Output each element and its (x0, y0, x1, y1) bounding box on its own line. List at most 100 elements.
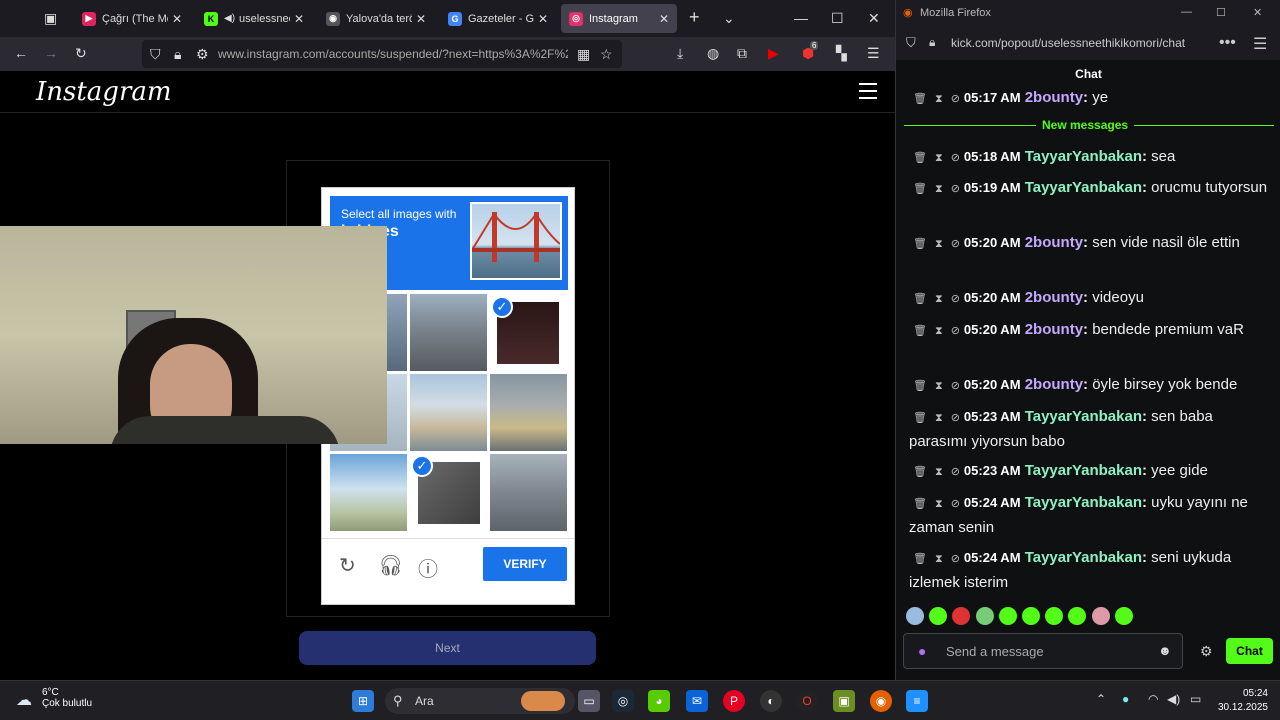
trash-icon[interactable]: 🗑︎ (913, 293, 927, 305)
shield-icon[interactable]: ⛉ (906, 35, 916, 51)
close-icon[interactable]: ✕ (659, 12, 669, 26)
emote-icon[interactable] (929, 607, 947, 625)
speaker-icon[interactable]: ◀) (224, 13, 235, 24)
message-username[interactable]: TayyarYanbakan (1025, 148, 1142, 165)
tab-gazeteler[interactable]: G Gazeteler - Gaze ✕ (440, 4, 556, 33)
reload-icon[interactable]: ↻ (75, 45, 87, 62)
timeout-icon[interactable]: ⧗ (935, 412, 943, 424)
mail-icon[interactable]: ✉ (686, 690, 708, 712)
taskbar-search[interactable]: ⚲ Ara (385, 688, 575, 714)
emote-icon[interactable] (1115, 607, 1133, 625)
bookmark-star-icon[interactable]: ☆ (600, 46, 613, 63)
emote-icon[interactable] (906, 607, 924, 625)
timeout-icon[interactable]: ⧗ (935, 553, 943, 565)
youtube-extension-icon[interactable]: ▶ (768, 45, 779, 62)
message-username[interactable]: TayyarYanbakan (1025, 462, 1142, 479)
tab-overview-icon[interactable]: ▣ (44, 10, 57, 27)
steam-icon[interactable]: ◎ (612, 690, 634, 712)
battery-icon[interactable]: ▭ (1190, 692, 1201, 706)
ban-icon[interactable]: ⊘ (951, 553, 960, 565)
trash-icon[interactable]: 🗑︎ (913, 553, 927, 565)
emote-icon[interactable] (976, 607, 994, 625)
tab-news[interactable]: ◉ Yalova'da terör c ✕ (318, 4, 434, 33)
url-text[interactable]: kick.com/popout/uselessneethikikomori/ch… (951, 36, 1185, 50)
timeout-icon[interactable]: ⧗ (935, 498, 943, 510)
microphone-icon[interactable]: ● (918, 643, 926, 659)
back-icon[interactable]: ← (14, 45, 28, 61)
permissions-icon[interactable]: ⚙ (196, 46, 209, 63)
menu-icon[interactable]: ☰ (867, 45, 880, 62)
forward-icon[interactable]: → (44, 45, 58, 61)
message-username[interactable]: 2bounty (1025, 289, 1083, 306)
timeout-icon[interactable]: ⧗ (935, 325, 943, 337)
reader-view-icon[interactable]: ▦ (577, 46, 590, 63)
lock-icon[interactable]: 🔒︎ (174, 46, 181, 63)
refresh-icon[interactable]: ↻ (339, 553, 356, 578)
emote-icon[interactable] (952, 607, 970, 625)
tab-instagram[interactable]: ◎ Instagram ✕ (561, 4, 677, 33)
volume-icon[interactable]: ◀) (1167, 692, 1180, 706)
ban-icon[interactable]: ⊘ (951, 93, 960, 105)
opera-icon[interactable]: O (796, 690, 818, 712)
ban-icon[interactable]: ⊘ (951, 412, 960, 424)
url-bar[interactable]: ⛉ 🔒︎ ⚙ www.instagram.com/accounts/suspen… (142, 40, 622, 68)
ban-icon[interactable]: ⊘ (951, 325, 960, 337)
trash-icon[interactable]: 🗑︎ (913, 152, 927, 164)
captcha-tile-9[interactable] (490, 454, 567, 531)
timeout-icon[interactable]: ⧗ (935, 238, 943, 250)
info-icon[interactable]: ⓘ (418, 553, 438, 582)
ban-icon[interactable]: ⊘ (951, 238, 960, 250)
microphone-icon[interactable]: ● (1122, 692, 1129, 706)
captcha-tile-7[interactable] (330, 454, 407, 531)
emoji-icon[interactable]: ☻ (1158, 643, 1172, 658)
ban-icon[interactable]: ⊘ (951, 183, 960, 195)
captcha-tile-6[interactable] (490, 374, 567, 451)
url-text[interactable]: www.instagram.com/accounts/suspended/?ne… (218, 47, 568, 61)
emote-icon[interactable] (1045, 607, 1063, 625)
message-username[interactable]: 2bounty (1025, 321, 1083, 338)
ban-icon[interactable]: ⊘ (951, 152, 960, 164)
verify-button[interactable]: VERIFY (483, 547, 567, 581)
timeout-icon[interactable]: ⧗ (935, 380, 943, 392)
extensions-icon[interactable]: ⧉ (737, 45, 747, 62)
minimize-icon[interactable]: — (794, 10, 808, 26)
duolingo-icon[interactable]: ◕ (648, 690, 670, 712)
trash-icon[interactable]: 🗑︎ (913, 238, 927, 250)
chat-input-placeholder[interactable]: Send a message (946, 644, 1044, 659)
task-view-icon[interactable]: ▭ (578, 690, 600, 712)
pinterest-icon[interactable]: P (723, 690, 745, 712)
trash-icon[interactable]: 🗑︎ (913, 498, 927, 510)
emote-icon[interactable] (999, 607, 1017, 625)
ban-icon[interactable]: ⊘ (951, 293, 960, 305)
system-clock[interactable]: 05:24 30.12.2025 (1218, 687, 1268, 715)
timeout-icon[interactable]: ⧗ (935, 466, 943, 478)
minecraft-icon[interactable]: ▣ (833, 690, 855, 712)
message-username[interactable]: TayyarYanbakan (1025, 408, 1142, 425)
settings-gear-icon[interactable]: ⚙ (1200, 643, 1213, 660)
wifi-icon[interactable]: ◠ (1148, 692, 1158, 706)
message-username[interactable]: 2bounty (1025, 89, 1083, 106)
maximize-icon[interactable]: ☐ (1216, 6, 1226, 19)
tab-youtube[interactable]: ▶ Çağrı (The Messa ✕ (74, 4, 190, 33)
minimize-icon[interactable]: — (1181, 6, 1192, 18)
trash-icon[interactable]: 🗑︎ (913, 412, 927, 424)
menu-icon[interactable]: ☰ (1253, 34, 1267, 54)
instagram-logo[interactable]: Instagram (36, 77, 172, 107)
message-username[interactable]: TayyarYanbakan (1025, 494, 1142, 511)
headphones-icon[interactable]: 🎧︎ (378, 553, 403, 578)
close-icon[interactable]: ✕ (172, 12, 182, 26)
timeout-icon[interactable]: ⧗ (935, 93, 943, 105)
tab-kick[interactable]: K ◀) uselessneeth ✕ (196, 4, 312, 33)
emote-icon[interactable] (1092, 607, 1110, 625)
send-chat-button[interactable]: Chat (1226, 638, 1273, 664)
ban-icon[interactable]: ⊘ (951, 498, 960, 510)
message-username[interactable]: TayyarYanbakan (1025, 179, 1142, 196)
weather-widget[interactable]: 6°C Çok bulutlu (42, 687, 92, 709)
chevron-down-icon[interactable]: ⌄ (723, 10, 735, 27)
maximize-icon[interactable]: ☐ (831, 10, 844, 27)
message-username[interactable]: 2bounty (1025, 376, 1083, 393)
timeout-icon[interactable]: ⧗ (935, 293, 943, 305)
trash-icon[interactable]: 🗑︎ (913, 93, 927, 105)
close-window-icon[interactable]: ✕ (868, 10, 880, 27)
more-options-icon[interactable]: ••• (1219, 34, 1236, 52)
